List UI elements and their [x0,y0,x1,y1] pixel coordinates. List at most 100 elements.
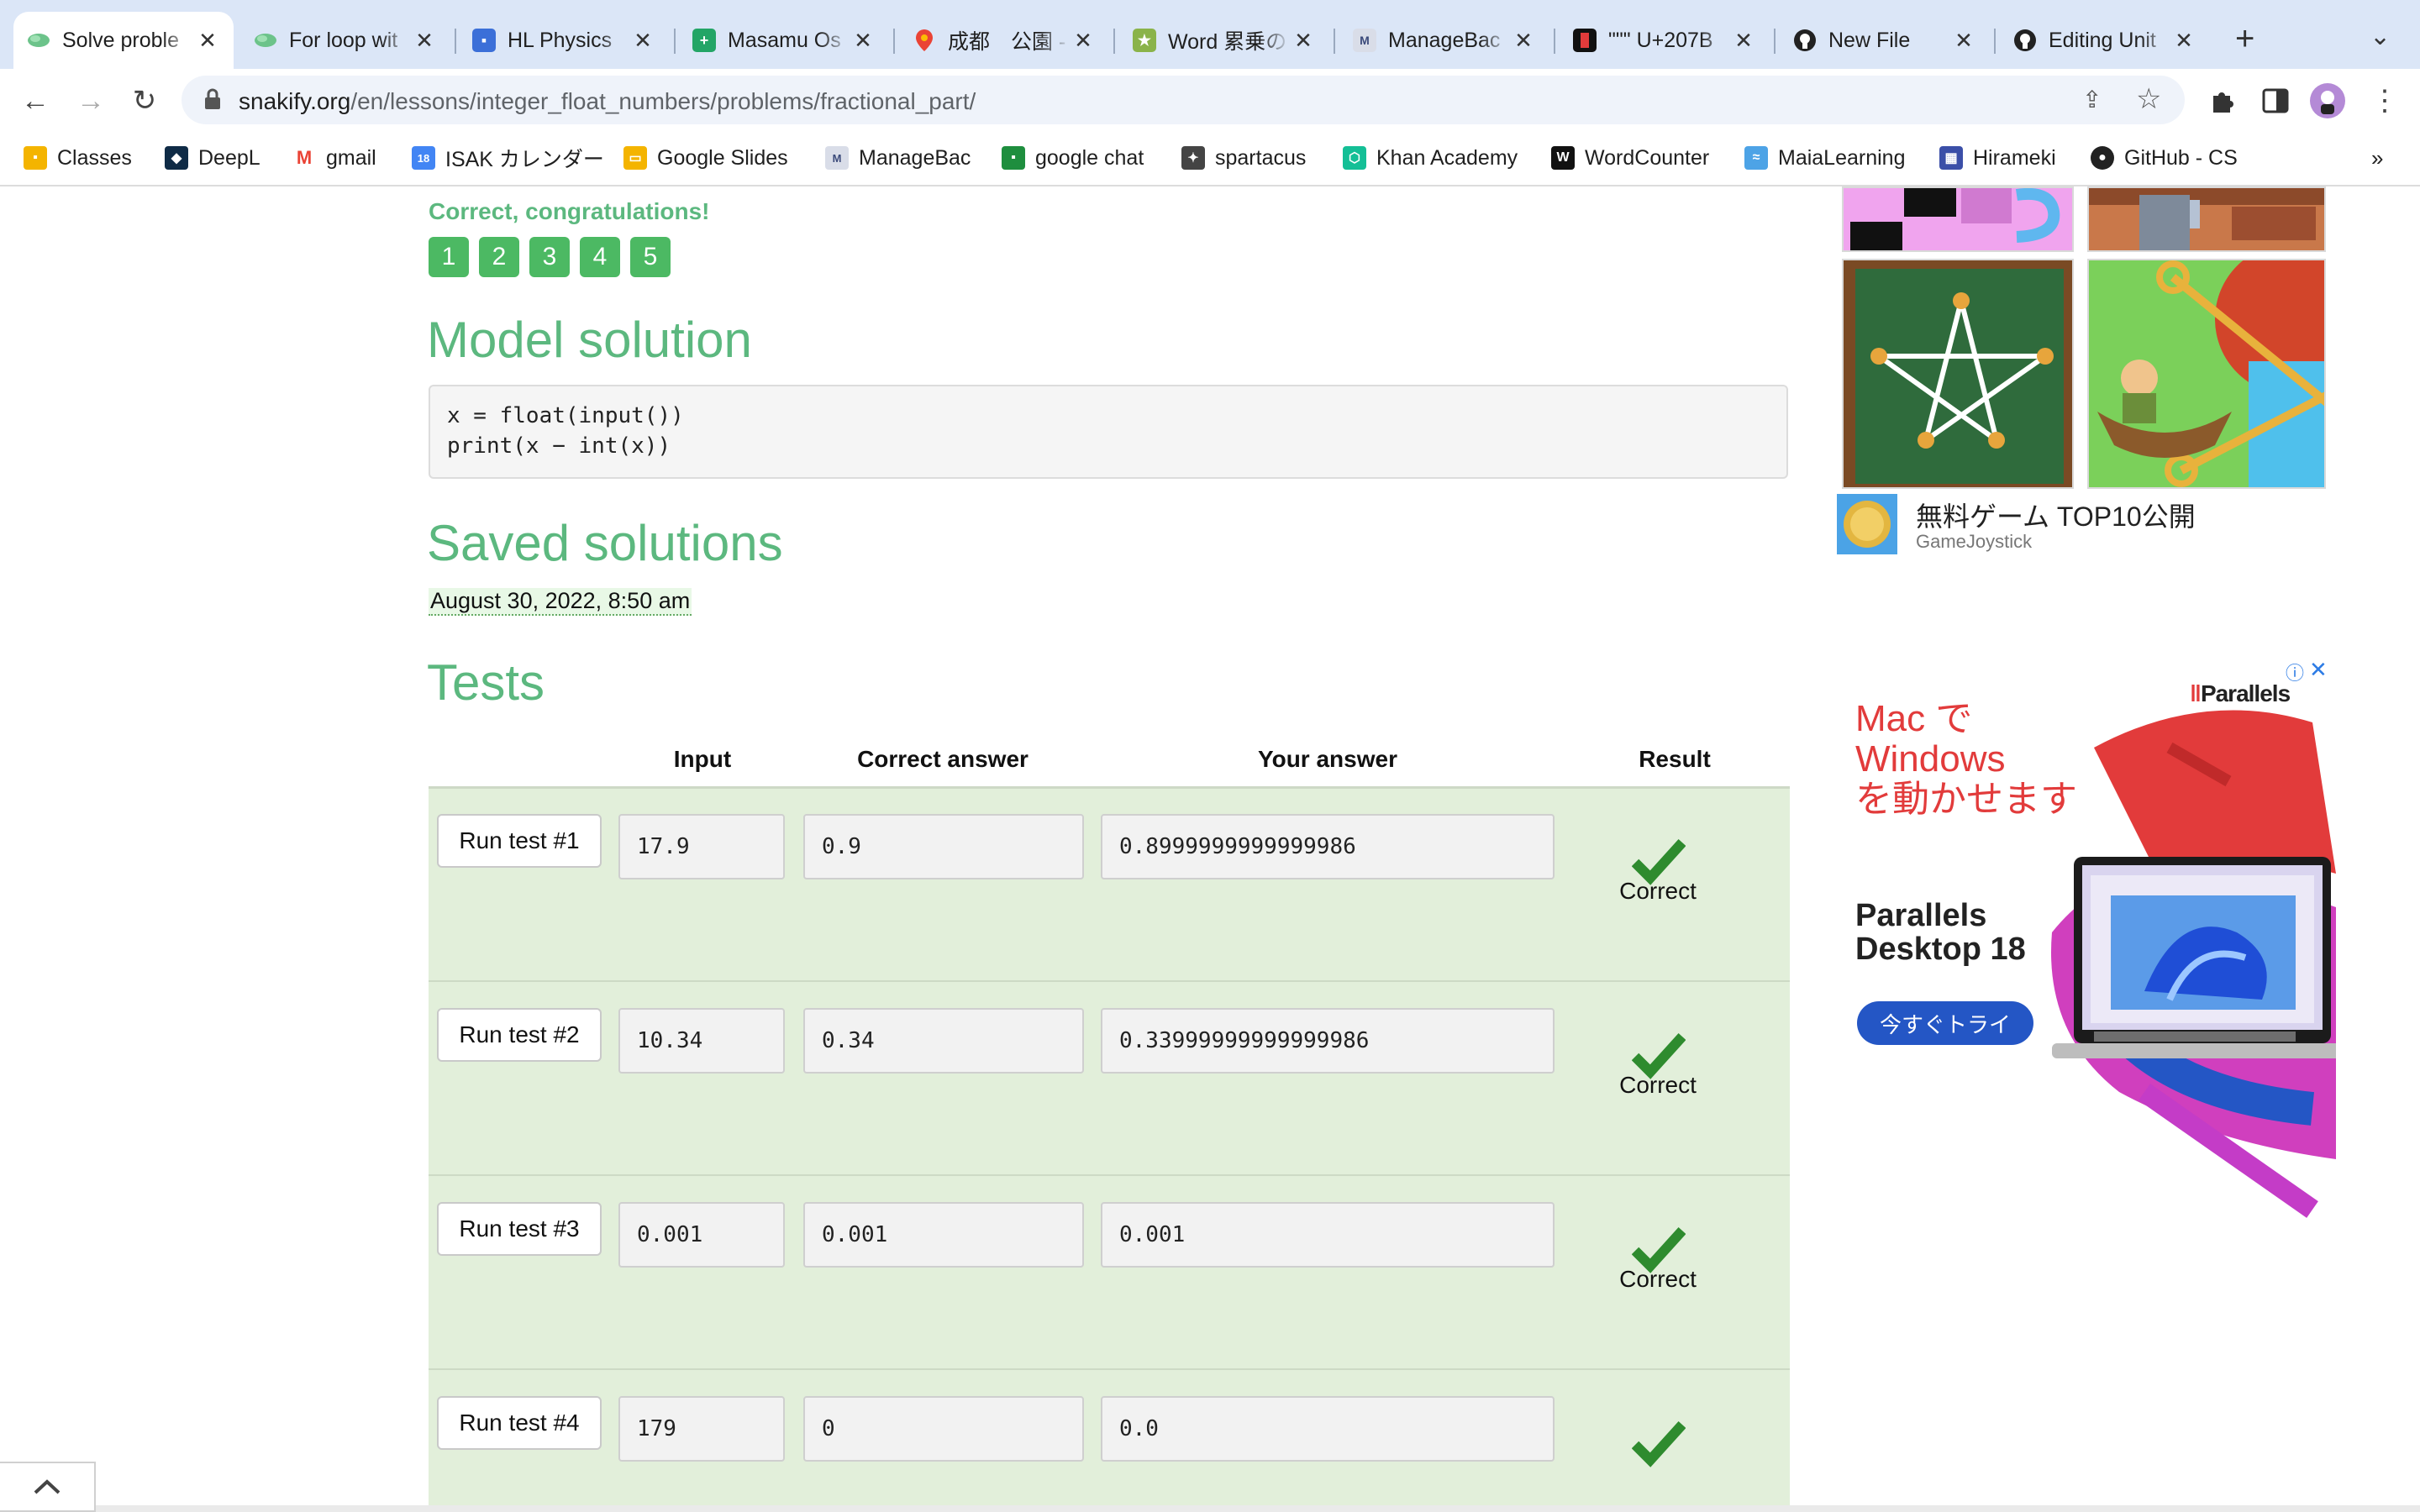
row-divider [429,1174,1790,1176]
snakify-icon [254,29,277,52]
row-divider [429,1368,1790,1370]
bookmark-classes[interactable]: ▪ Classes [24,143,132,173]
side-panel-icon[interactable] [2257,82,2294,119]
ad-source[interactable]: GameJoystick [1916,531,2032,553]
ad-game-tile[interactable] [1842,259,2074,489]
close-icon[interactable]: ✕ [630,28,655,54]
run-test-button[interactable]: Run test #3 [437,1202,602,1256]
new-tab-icon[interactable]: + [2235,20,2254,58]
bookmark-label: Hirameki [1973,145,2056,170]
bookmark-khan-academy[interactable]: ⬡ Khan Academy [1343,143,1518,173]
forward-arrow-icon[interactable]: → [72,82,109,119]
ad-title[interactable]: 無料ゲーム TOP10公開 [1916,496,2196,534]
classroom-icon: ▪ [472,29,496,52]
reload-icon[interactable]: ↻ [126,82,163,119]
problem-badge[interactable]: 1 [429,237,469,277]
your-answer-field[interactable]: 0.33999999999999986 [1101,1008,1555,1074]
saved-solution-link[interactable]: August 30, 2022, 8:50 am [429,588,692,616]
bookmark-spartacus[interactable]: ✦ spartacus [1181,143,1306,173]
ad-cta-button[interactable]: 今すぐトライ [1857,1001,2033,1045]
input-field[interactable]: 17.9 [618,814,785,879]
bookmark-maialearning[interactable]: ≈ MaiaLearning [1744,143,1906,173]
profile-avatar[interactable] [2309,82,2346,119]
bookmark-hirameki[interactable]: ▦ Hirameki [1939,143,2056,173]
bookmark-label: GitHub - CS [2124,145,2238,170]
bookmark-github-cs[interactable]: ● GitHub - CS [2091,143,2238,173]
back-arrow-icon[interactable]: ← [17,82,54,119]
run-test-button[interactable]: Run test #2 [437,1008,602,1062]
lock-icon[interactable] [203,87,222,115]
tab-masamu[interactable]: + Masamu Os ✕ [679,12,889,69]
bookmark-managebac[interactable]: M ManageBac [825,143,971,173]
correct-answer-field[interactable]: 0 [803,1396,1084,1462]
your-answer-field[interactable]: 0.8999999999999986 [1101,814,1555,879]
tab-title: ManageBac [1388,28,1501,52]
correct-answer-field[interactable]: 0.9 [803,814,1084,879]
bookmark-isak-calendar[interactable]: 18 ISAK カレンダー [412,143,604,173]
ad-game-tile[interactable] [2087,186,2326,252]
problem-badge[interactable]: 2 [479,237,519,277]
your-answer-field[interactable]: 0.0 [1101,1396,1555,1462]
tab-unicode[interactable]: """ U+207B ✕ [1560,12,1770,69]
close-icon[interactable]: ✕ [1291,28,1316,54]
address-bar[interactable]: snakify.org/en/lessons/integer_float_num… [182,76,2185,124]
more-bookmarks-icon[interactable]: » [2371,143,2383,173]
tab-hl-physics[interactable]: ▪ HL Physics ✕ [459,12,669,69]
parallels-logo: ‖Parallels [2190,680,2291,706]
close-icon[interactable]: ✕ [2171,28,2196,54]
close-icon[interactable]: ✕ [195,28,220,54]
bookmark-gmail[interactable]: Mgmail [292,143,376,173]
input-field[interactable]: 0.001 [618,1202,785,1268]
correct-answer-field[interactable]: 0.34 [803,1008,1084,1074]
ad-headline-line: を動かせます [1855,779,2077,820]
more-menu-icon[interactable]: ⋮ [2366,82,2403,119]
problem-badge[interactable]: 5 [630,237,671,277]
ad-close-icon[interactable]: ✕ [2309,657,2328,683]
run-test-button[interactable]: Run test #4 [437,1396,602,1450]
share-icon[interactable]: ⇪ [2082,86,2102,113]
bookmark-google-slides[interactable]: ▭ Google Slides [623,143,788,173]
tab-title: """ U+207B [1608,28,1713,52]
url-text[interactable]: snakify.org/en/lessons/integer_float_num… [239,88,976,115]
maps-pin-icon [913,29,936,52]
close-icon[interactable]: ✕ [1071,28,1096,54]
run-test-button[interactable]: Run test #1 [437,814,602,868]
input-field[interactable]: 10.34 [618,1008,785,1074]
gmail-icon: M [292,146,316,170]
close-icon[interactable]: ✕ [1731,28,1756,54]
column-header-correct-answer: Correct answer [857,746,1028,772]
tab-managebac[interactable]: M ManageBac ✕ [1339,12,1549,69]
tab-solve-problem[interactable]: Solve proble ✕ [13,12,234,69]
input-field[interactable]: 179 [618,1396,785,1462]
bookmark-google-chat[interactable]: ▪ google chat [1002,143,1144,173]
close-icon[interactable]: ✕ [412,28,437,54]
result-label: Correct [1619,878,1697,904]
your-answer-field[interactable]: 0.001 [1101,1202,1555,1268]
chevron-up-icon[interactable] [0,1462,96,1512]
tab-for-loop[interactable]: For loop wit ✕ [240,12,450,69]
correct-answer-field[interactable]: 0.001 [803,1202,1084,1268]
close-icon[interactable]: ✕ [1511,28,1536,54]
tab-new-file[interactable]: New File ✕ [1780,12,1990,69]
bookmark-star-icon[interactable]: ☆ [2136,82,2161,116]
ad-game-tile[interactable] [2087,259,2326,489]
ad-headline: Mac で Windows を動かせます [1855,699,2077,820]
problem-badge[interactable]: 4 [580,237,620,277]
extensions-puzzle-icon[interactable] [2203,82,2240,119]
tab-title: Word 累乗の [1168,30,1287,54]
problem-badge[interactable]: 3 [529,237,570,277]
column-header-input: Input [673,746,732,772]
tab-editing-unit[interactable]: Editing Unit ✕ [2000,12,2210,69]
close-icon[interactable]: ✕ [1951,28,1976,54]
tab-search-chevron-icon[interactable]: ⌄ [2370,22,2391,51]
tab-word[interactable]: ★ Word 累乗の ✕ [1119,12,1329,69]
ad-info-icon[interactable]: ⓘ [2286,659,2304,685]
bookmark-wordcounter[interactable]: W WordCounter [1551,143,1709,173]
parallels-ad[interactable]: Mac で Windows を動かせます Parallels Desktop 1… [1842,655,2336,1262]
close-icon[interactable]: ✕ [850,28,876,54]
bookmark-label: Khan Academy [1376,145,1518,170]
bookmark-deepl[interactable]: ◆ DeepL [165,143,260,173]
ad-game-tile[interactable] [1842,186,2074,252]
tab-maps[interactable]: 成都 公園 - ✕ [899,12,1109,69]
bookmark-label: MaiaLearning [1778,145,1906,170]
